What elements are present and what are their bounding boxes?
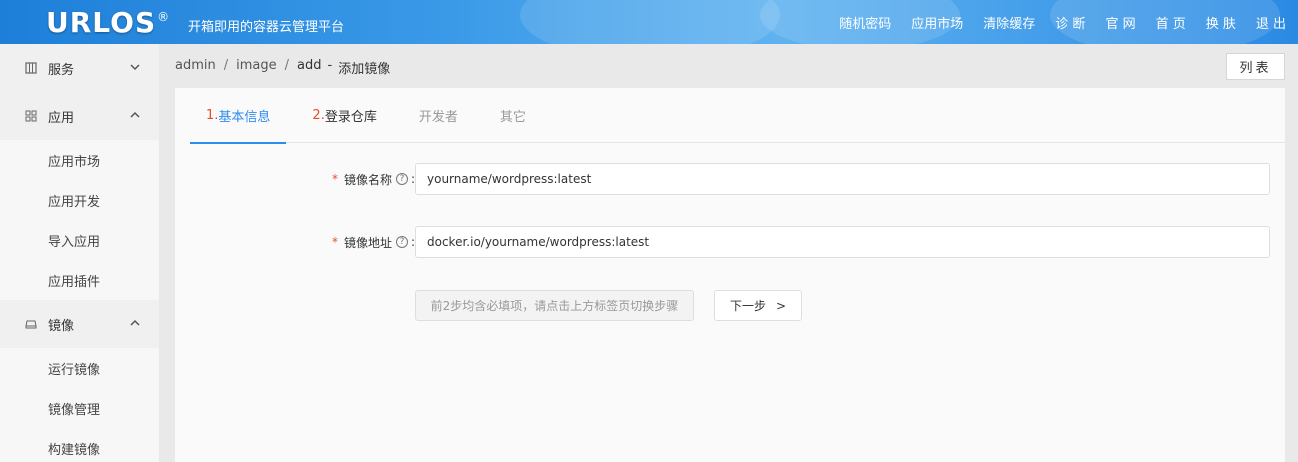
chevron-up-icon — [130, 319, 140, 326]
breadcrumb: admin / image / add - 添加镜像 — [175, 58, 390, 77]
page-title: 添加镜像 — [338, 62, 391, 77]
chevron-right-icon: > — [775, 298, 787, 313]
sidebar-item-app-develop[interactable]: 应用开发 — [0, 180, 159, 220]
nav-diagnose[interactable]: 诊 断 — [1055, 13, 1085, 32]
tab-number: 1. — [206, 108, 219, 123]
disk-icon — [24, 317, 38, 331]
nav-official-site[interactable]: 官 网 — [1105, 13, 1135, 32]
sidebar-item-import-app[interactable]: 导入应用 — [0, 220, 159, 260]
top-nav: 随机密码 应用市场 清除缓存 诊 断 官 网 首 页 换 肤 退 出 — [819, 0, 1286, 44]
image-address-input[interactable] — [415, 226, 1270, 258]
breadcrumb-add: add — [297, 58, 322, 73]
sidebar-group-service[interactable]: 服务 — [0, 44, 159, 92]
image-name-input[interactable] — [415, 163, 1270, 195]
chevron-down-icon — [130, 64, 140, 71]
header-cloud-decoration — [520, 0, 780, 44]
sidebar-group-label: 镜像 — [48, 318, 75, 334]
form-row-image-address: * 镜像地址 ? : — [175, 226, 1285, 258]
chevron-up-icon — [130, 111, 140, 118]
nav-clear-cache[interactable]: 清除缓存 — [983, 13, 1035, 32]
list-button[interactable]: 列表 — [1226, 53, 1285, 80]
step-hint-button: 前2步均含必填项，请点击上方标签页切换步骤 — [415, 290, 694, 321]
breadcrumb-separator: / — [223, 58, 229, 73]
tab-label: 登录仓库 — [324, 110, 377, 125]
grid-icon — [24, 109, 38, 123]
label-text: 镜像名称 — [343, 172, 392, 187]
breadcrumb-separator: / — [284, 58, 290, 73]
help-icon[interactable]: ? — [395, 236, 408, 248]
step-tabs: 1. 基本信息 2. 登录仓库 开发者 其它 — [190, 88, 1285, 144]
next-step-button[interactable]: 下一步 > — [714, 290, 802, 321]
sidebar-group-image[interactable]: 镜像 — [0, 300, 159, 348]
tab-basic-info[interactable]: 1. 基本信息 — [190, 88, 287, 144]
sidebar-item-image-manage[interactable]: 镜像管理 — [0, 388, 159, 428]
tab-login-registry[interactable]: 2. 登录仓库 — [296, 88, 392, 143]
urlos-logo[interactable]: URLOS ® — [46, 4, 169, 40]
registered-mark: ® — [157, 10, 170, 24]
nav-random-password[interactable]: 随机密码 — [839, 13, 891, 32]
sidebar-group-label: 服务 — [48, 62, 75, 78]
sidebar-group-label: 应用 — [48, 110, 75, 126]
service-icon — [24, 61, 38, 75]
sidebar-item-app-plugin[interactable]: 应用插件 — [0, 260, 159, 300]
sidebar-item-app-market[interactable]: 应用市场 — [0, 140, 159, 180]
nav-app-market[interactable]: 应用市场 — [911, 13, 963, 32]
tab-label: 基本信息 — [218, 110, 271, 125]
tab-developer[interactable]: 开发者 — [403, 88, 474, 143]
top-header: URLOS ® 开箱即用的容器云管理平台 随机密码 应用市场 清除缓存 诊 断 … — [0, 0, 1298, 44]
image-address-label: * 镜像地址 ? : — [332, 226, 415, 258]
form-row-image-name: * 镜像名称 ? : — [175, 163, 1285, 195]
required-mark: * — [331, 235, 338, 249]
help-icon[interactable]: ? — [395, 173, 408, 185]
sidebar: 服务 应用 应用市场 应用开发 导入应用 应用插件 镜像 运行镜像 镜像管理 构… — [0, 44, 159, 462]
slogan: 开箱即用的容器云管理平台 — [188, 20, 345, 35]
breadcrumb-admin[interactable]: admin — [175, 58, 216, 77]
breadcrumb-image[interactable]: image — [236, 58, 277, 77]
tab-label: 其它 — [499, 110, 526, 125]
nav-home[interactable]: 首 页 — [1156, 13, 1186, 32]
next-step-label: 下一步 — [729, 299, 766, 313]
tab-label: 开发者 — [418, 110, 458, 125]
sidebar-group-app[interactable]: 应用 — [0, 92, 159, 140]
breadcrumb-dash: - — [327, 58, 333, 73]
form-panel: 1.基本信息 2.登录仓库 开发者 其它 * 镜像名称 ? : * 镜像地址 ?… — [175, 88, 1285, 462]
tab-other[interactable]: 其它 — [484, 88, 542, 143]
image-name-label: * 镜像名称 ? : — [332, 163, 415, 195]
required-mark: * — [331, 172, 338, 186]
logo-text: URLOS — [46, 6, 157, 39]
label-text: 镜像地址 — [343, 235, 392, 250]
tab-number: 2. — [312, 108, 325, 123]
nav-change-skin[interactable]: 换 肤 — [1206, 13, 1236, 32]
nav-logout[interactable]: 退 出 — [1256, 13, 1286, 32]
sidebar-item-build-image[interactable]: 构建镜像 — [0, 428, 159, 462]
sidebar-item-run-image[interactable]: 运行镜像 — [0, 348, 159, 388]
